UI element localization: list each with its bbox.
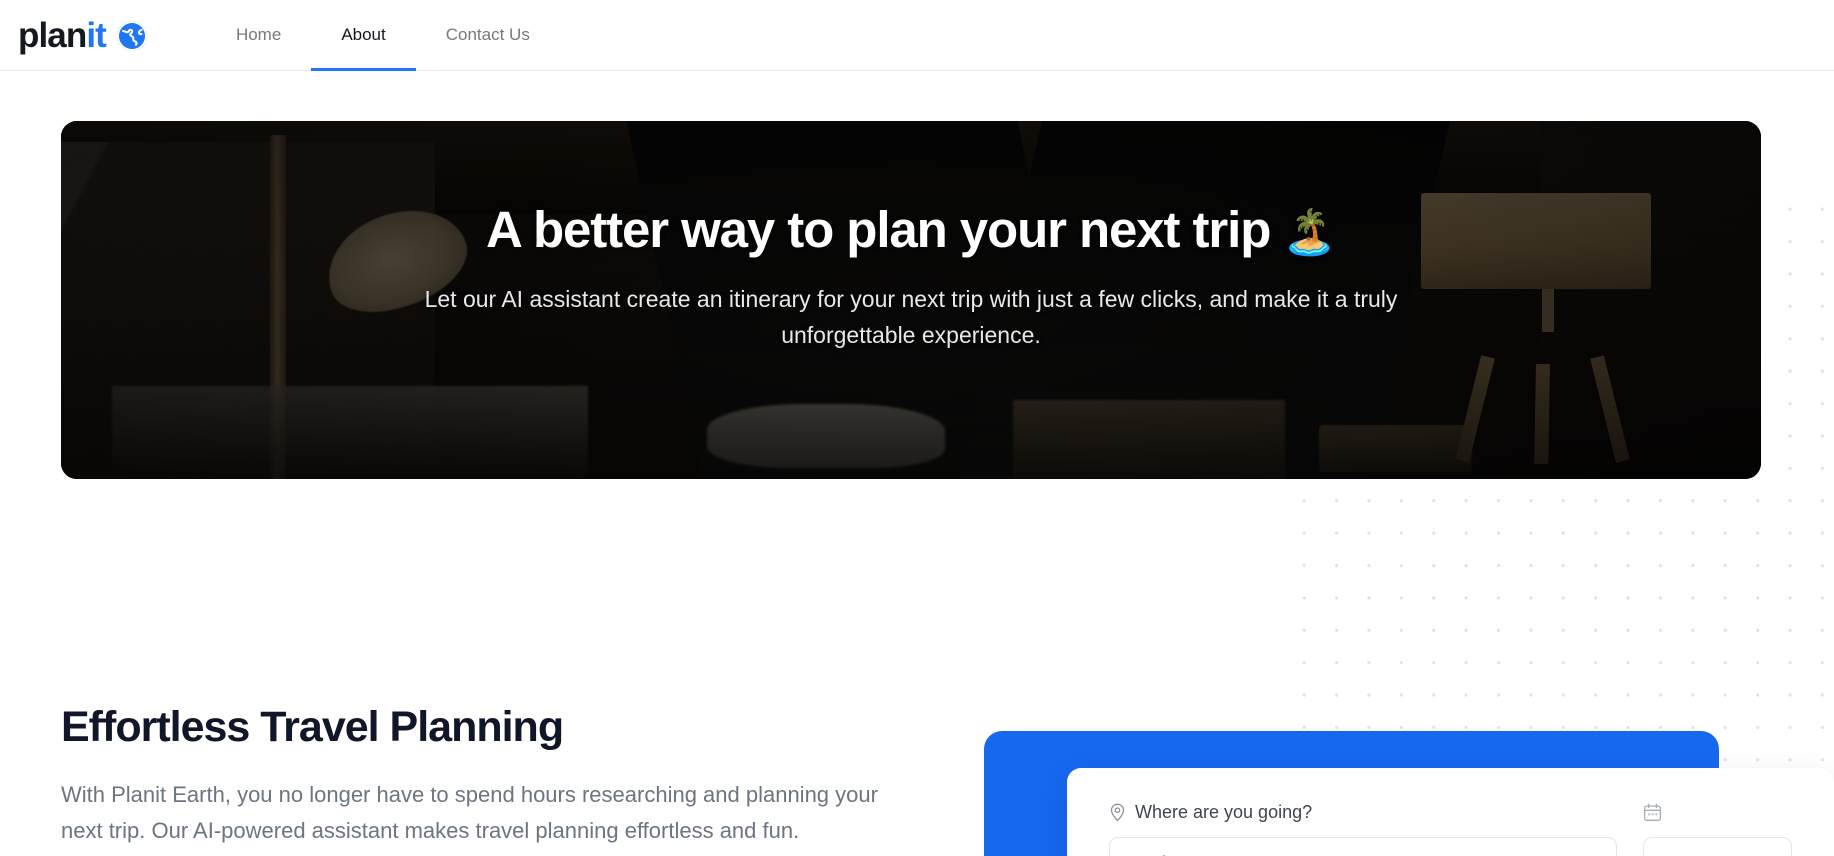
main-nav: Home About Contact Us [206, 0, 560, 71]
hero-content: A better way to plan your next trip 🏝️ Le… [61, 121, 1761, 479]
feature-title: Effortless Travel Planning [61, 703, 564, 751]
destination-field-group: Where are you going? Paris [1109, 802, 1617, 856]
hero-subtitle: Let our AI assistant create an itinerary… [424, 286, 1398, 348]
nav-item-home[interactable]: Home [206, 0, 311, 71]
feature-body-text: With Planit Earth, you no longer have to… [61, 782, 878, 844]
destination-label-text: Where are you going? [1135, 802, 1313, 822]
nav-item-contact-us[interactable]: Contact Us [416, 0, 560, 71]
page-stage: A better way to plan your next trip 🏝️ Le… [0, 71, 1834, 856]
trip-search-card: Where are you going? Paris 7 [1067, 768, 1834, 856]
calendar-icon [1643, 803, 1661, 821]
brand-logo[interactable]: planit [18, 0, 166, 71]
trip-search-row: Where are you going? Paris 7 [1067, 802, 1834, 856]
feature-section: Effortless Travel Planning With Planit E… [61, 703, 901, 849]
days-input[interactable]: 7 [1642, 837, 1792, 856]
hero-title-text: A better way to plan your next trip [486, 201, 1271, 258]
brand-name-plain: plan [18, 15, 87, 55]
globe-icon [116, 21, 147, 51]
hero-banner: A better way to plan your next trip 🏝️ Le… [61, 121, 1761, 479]
hero-title: A better way to plan your next trip 🏝️ [486, 201, 1337, 258]
nav-item-about[interactable]: About [311, 0, 417, 71]
map-pin-icon [1110, 803, 1125, 821]
brand-wordmark: planit [18, 15, 107, 55]
island-emoji-icon: 🏝️ [1282, 208, 1337, 257]
days-label [1643, 802, 1792, 822]
days-field-group: 7 [1642, 802, 1792, 856]
site-header: planit Home About Contact Us [0, 0, 1834, 71]
destination-label: Where are you going? [1109, 802, 1617, 822]
brand-name-accent: it [86, 15, 106, 55]
destination-input[interactable]: Paris [1109, 837, 1617, 856]
